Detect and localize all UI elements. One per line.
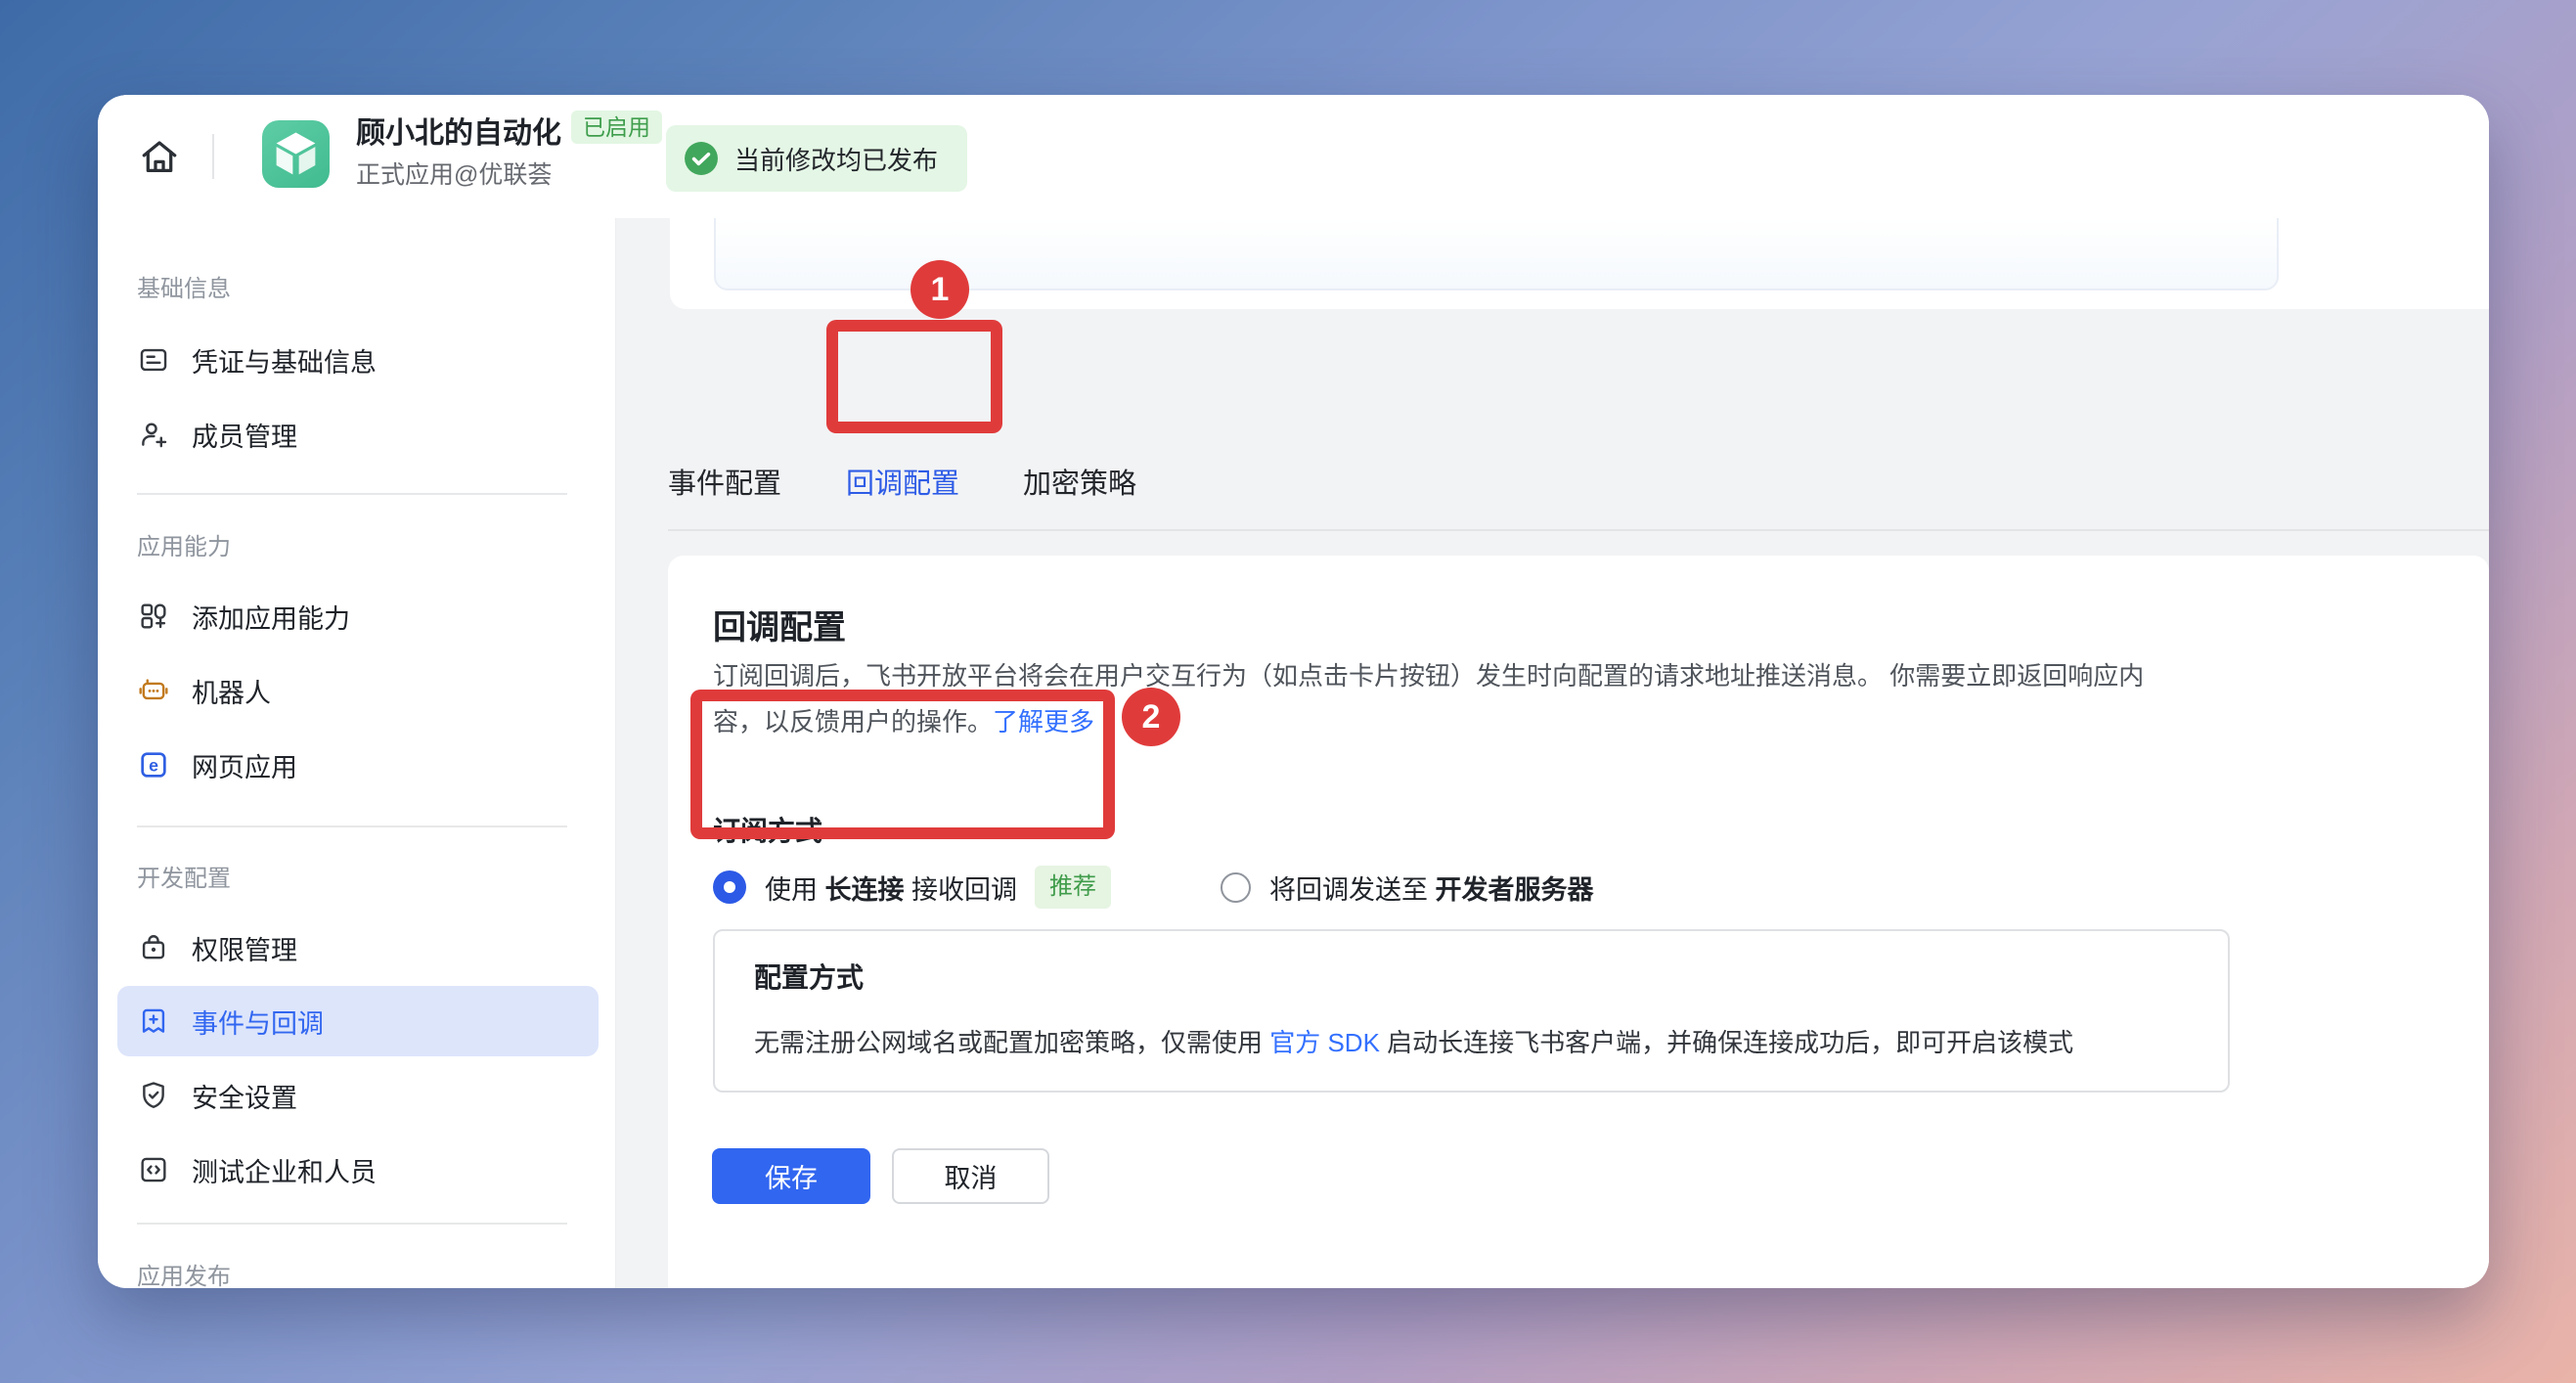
radio-long-connection-label[interactable]: 使用 长连接 接收回调 xyxy=(765,869,1017,907)
status-badge: 已启用 xyxy=(571,111,662,144)
sidebar-item-label: 安全设置 xyxy=(192,1077,297,1115)
sidebar-item-label: 网页应用 xyxy=(192,746,297,784)
sidebar-divider xyxy=(137,825,567,827)
main-area: 事件配置 回调配置 加密策略 回调配置 订阅回调后，飞书开放平台将会在用户交互行… xyxy=(616,218,2489,1288)
sidebar-item-credentials[interactable]: 凭证与基础信息 xyxy=(117,336,599,383)
sidebar-item-test-company[interactable]: 测试企业和人员 xyxy=(117,1146,599,1193)
sidebar-item-events-callbacks[interactable]: 事件与回调 xyxy=(117,986,599,1056)
recommended-badge: 推荐 xyxy=(1035,866,1111,909)
app-subtitle: 正式应用@优联荟 xyxy=(356,156,552,191)
sidebar-item-label: 事件与回调 xyxy=(192,1003,324,1041)
tab-event-config[interactable]: 事件配置 xyxy=(668,467,781,502)
description-line1: 订阅回调后，飞书开放平台将会在用户交互行为（如点击卡片按钮）发生时向配置的请求地… xyxy=(713,661,2144,691)
sidebar-item-security[interactable]: 安全设置 xyxy=(117,1072,599,1119)
radio-long-connection[interactable] xyxy=(713,870,746,904)
app-cube-icon xyxy=(262,120,330,188)
id-card-icon xyxy=(137,343,170,377)
sidebar-item-label: 成员管理 xyxy=(192,416,297,454)
home-icon[interactable] xyxy=(137,134,182,179)
callback-config-card: 回调配置 订阅回调后，飞书开放平台将会在用户交互行为（如点击卡片按钮）发生时向配… xyxy=(668,556,2489,1288)
save-button[interactable]: 保存 xyxy=(712,1148,870,1204)
sidebar-item-add-capability[interactable]: 添加应用能力 xyxy=(117,593,599,640)
tab-encryption-policy[interactable]: 加密策略 xyxy=(1023,467,1136,502)
svg-text:e: e xyxy=(149,756,158,776)
member-add-icon xyxy=(137,418,170,451)
sidebar-item-label: 权限管理 xyxy=(192,929,297,967)
config-mode-box: 配置方式 无需注册公网域名或配置加密策略，仅需使用 官方 SDK 启动长连接飞书… xyxy=(713,929,2230,1093)
app-title: 顾小北的自动化 xyxy=(356,109,561,152)
learn-more-link[interactable]: 了解更多 xyxy=(993,707,1094,736)
app-console-window: 顾小北的自动化 已启用 正式应用@优联荟 当前修改均已发布 基础信息 凭证与基础… xyxy=(98,95,2489,1288)
check-circle-icon xyxy=(684,141,719,176)
radio-group: 使用 长连接 接收回调 推荐 将回调发送至 开发者服务器 xyxy=(713,865,1594,910)
sidebar-section-dev-config: 开发配置 xyxy=(137,859,231,893)
bookmark-plus-icon xyxy=(137,1004,170,1038)
desktop-background: { "header": { "app_title": "顾小北的自动化", "s… xyxy=(0,0,2576,1383)
sidebar-item-label: 测试企业和人员 xyxy=(192,1151,377,1189)
sidebar-divider xyxy=(137,1223,567,1225)
lock-icon xyxy=(137,931,170,964)
sidebar-section-basic-info: 基础信息 xyxy=(137,269,231,303)
sidebar-item-web-app[interactable]: e 网页应用 xyxy=(117,741,599,788)
previous-section-card xyxy=(714,218,2279,290)
radio-developer-server-label[interactable]: 将回调发送至 开发者服务器 xyxy=(1269,869,1594,907)
sidebar-item-permissions[interactable]: 权限管理 xyxy=(117,924,599,971)
sidebar-divider xyxy=(137,493,567,495)
tab-divider xyxy=(668,529,2489,531)
radio-developer-server[interactable] xyxy=(1221,872,1251,903)
sidebar-item-label: 凭证与基础信息 xyxy=(192,341,377,379)
previous-section-panel xyxy=(670,218,2489,309)
code-box-icon xyxy=(137,1153,170,1186)
config-mode-title: 配置方式 xyxy=(754,957,864,996)
tab-callback-config[interactable]: 回调配置 xyxy=(846,467,959,502)
sidebar-item-label: 添加应用能力 xyxy=(192,598,350,636)
grid-plus-icon xyxy=(137,600,170,633)
config-mode-text: 无需注册公网域名或配置加密策略，仅需使用 官方 SDK 启动长连接飞书客户端，并… xyxy=(754,1023,2073,1059)
sidebar: 基础信息 凭证与基础信息 成员管理 应用能力 添加应用能力 xyxy=(98,218,616,1288)
subscribe-mode-label: 订阅方式 xyxy=(713,810,822,849)
web-app-icon: e xyxy=(137,748,170,781)
description-line2: 容，以反馈用户的操作。 xyxy=(713,707,993,736)
publish-status-banner: 当前修改均已发布 xyxy=(666,125,967,192)
section-description: 订阅回调后，飞书开放平台将会在用户交互行为（如点击卡片按钮）发生时向配置的请求地… xyxy=(713,653,2144,745)
official-sdk-link[interactable]: 官方 SDK xyxy=(1269,1028,1380,1057)
shield-check-icon xyxy=(137,1079,170,1112)
sidebar-item-label: 机器人 xyxy=(192,672,271,710)
banner-text: 当前修改均已发布 xyxy=(734,141,938,177)
robot-icon xyxy=(137,674,170,707)
sidebar-section-capabilities: 应用能力 xyxy=(137,527,231,561)
cancel-button[interactable]: 取消 xyxy=(892,1148,1049,1204)
header: 顾小北的自动化 已启用 正式应用@优联荟 当前修改均已发布 xyxy=(98,95,2489,218)
sidebar-section-app-release: 应用发布 xyxy=(137,1257,231,1288)
sidebar-item-bot[interactable]: 机器人 xyxy=(117,667,599,714)
sidebar-item-members[interactable]: 成员管理 xyxy=(117,411,599,458)
section-title: 回调配置 xyxy=(713,601,846,648)
header-divider xyxy=(212,134,214,179)
